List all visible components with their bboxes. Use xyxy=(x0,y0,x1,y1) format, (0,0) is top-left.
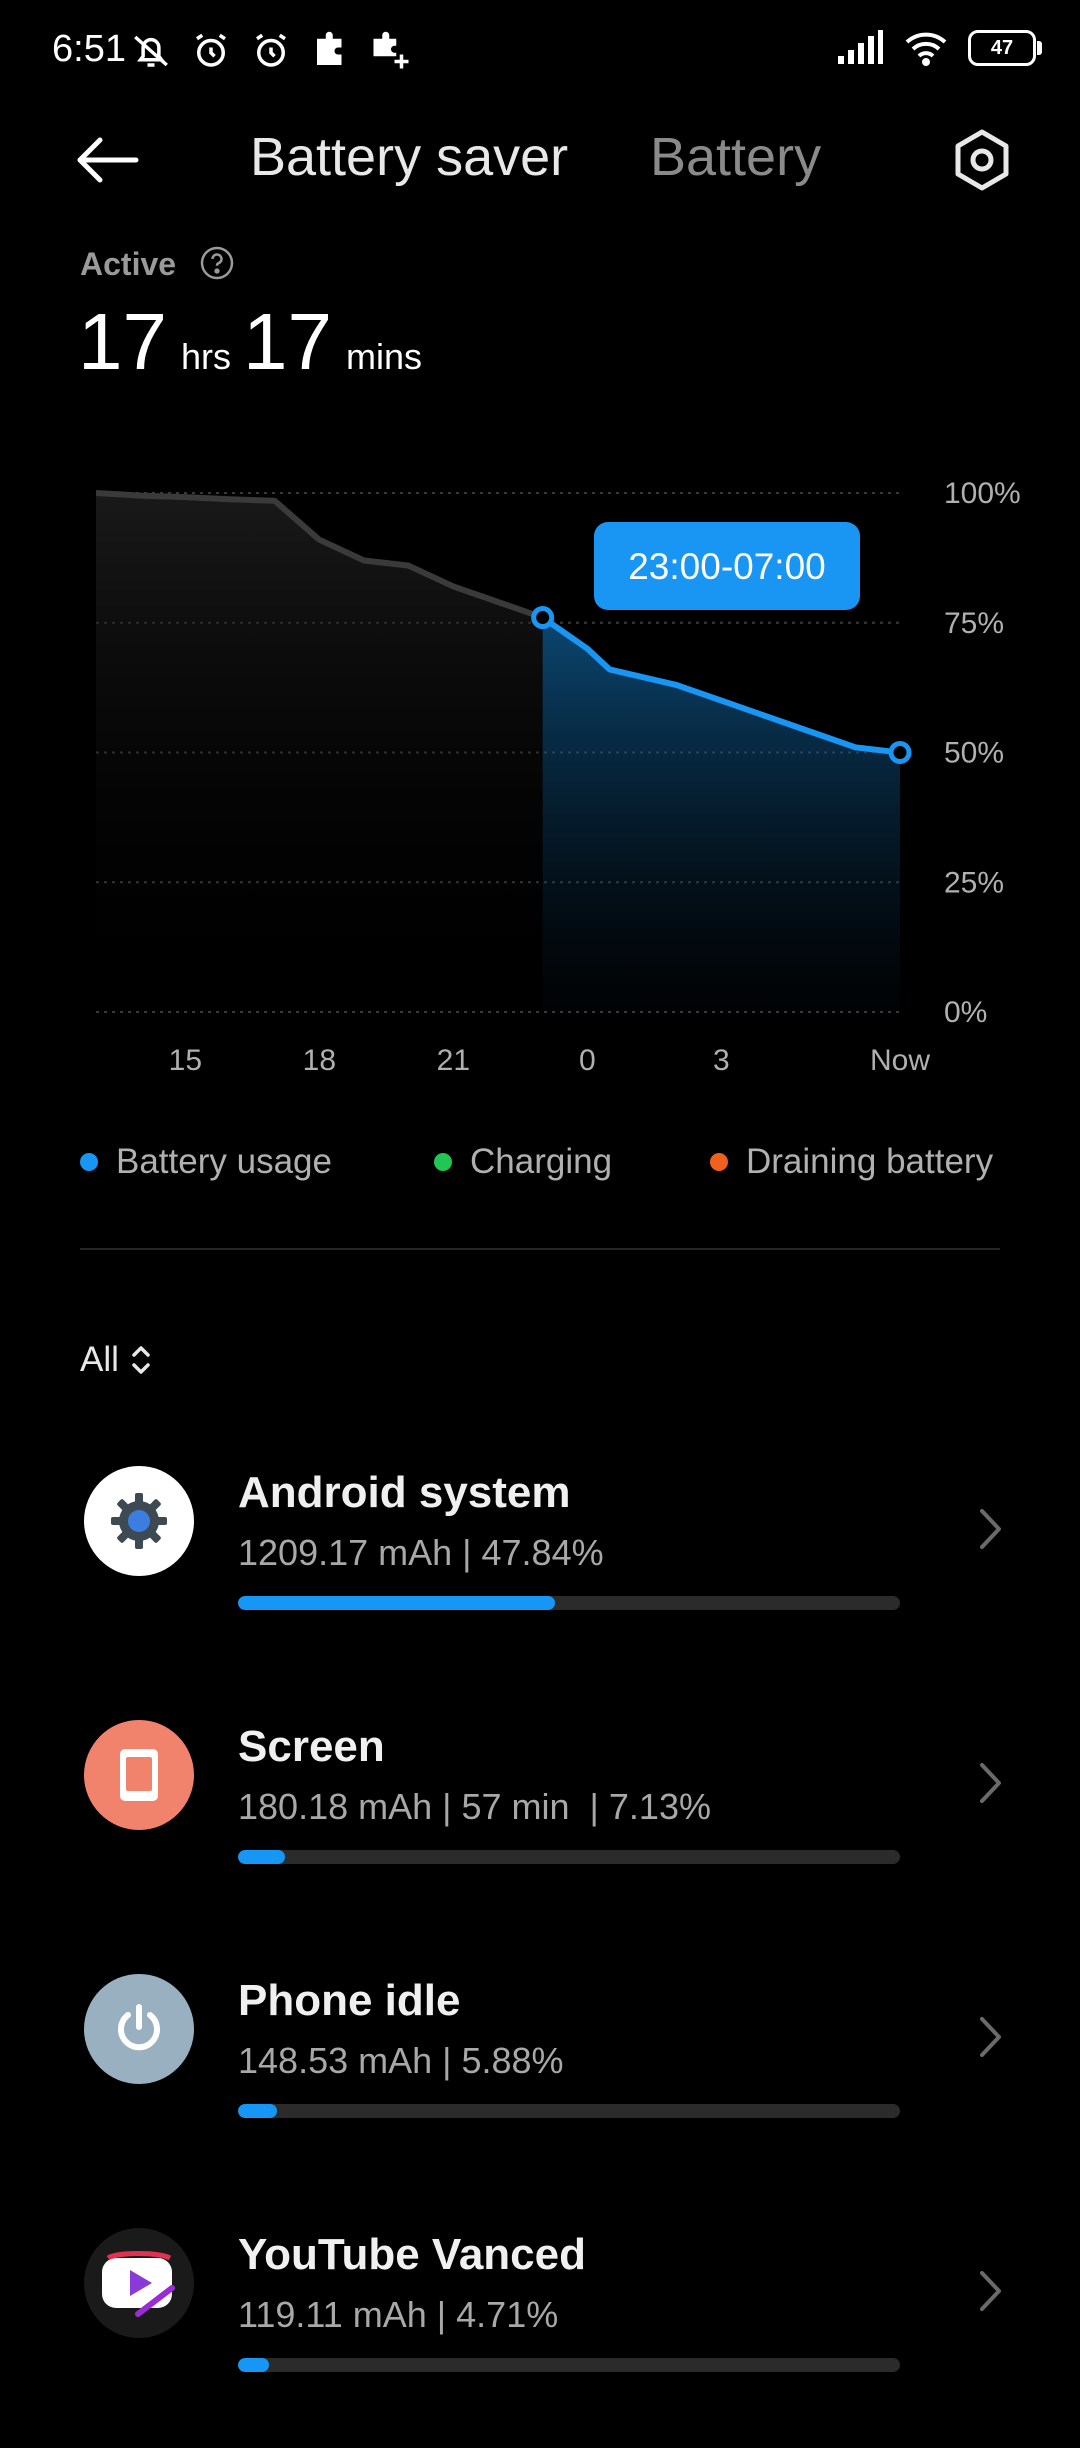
chevron-right-icon xyxy=(980,1509,1001,1549)
usage-bar xyxy=(238,1596,900,1610)
status-time: 6:51 xyxy=(52,28,126,70)
legend-draining-battery: Draining battery xyxy=(710,1142,993,1182)
bell-off-icon xyxy=(134,35,168,67)
app-name: Phone idle xyxy=(238,1976,461,2025)
x-tick-label: 18 xyxy=(303,1044,336,1077)
app-name: Android system xyxy=(238,1468,571,1517)
active-minutes: 17 xyxy=(243,297,332,386)
app-row-android-system[interactable]: Android system 1209.17 mAh | 47.84% xyxy=(0,1466,1080,1686)
app-usage-detail: 119.11 mAh | 4.71% xyxy=(238,2294,559,2335)
legend-dot xyxy=(80,1153,98,1171)
x-tick-label: Now xyxy=(870,1044,930,1077)
active-duration: 17 hrs 17 mins xyxy=(78,296,434,388)
alarm-icon xyxy=(196,33,226,67)
chart-area-past xyxy=(96,493,543,1012)
legend-charging: Charging xyxy=(434,1142,612,1182)
chart-point-marker[interactable] xyxy=(531,606,555,630)
app-name: Screen xyxy=(238,1722,385,1771)
y-tick-label: 25% xyxy=(944,866,1004,899)
x-tick-label: 0 xyxy=(579,1044,596,1077)
chart-point-marker[interactable] xyxy=(888,741,912,764)
y-tick-label: 100% xyxy=(944,477,1021,510)
legend-label: Charging xyxy=(470,1142,613,1181)
back-button[interactable] xyxy=(72,130,142,190)
active-hours-unit: hrs xyxy=(180,336,231,377)
active-minutes-unit: mins xyxy=(345,336,422,377)
screen-phone-icon xyxy=(84,1720,194,1830)
divider xyxy=(80,1248,1000,1250)
help-icon[interactable] xyxy=(200,246,234,280)
app-row-youtube-vanced[interactable]: YouTube Vanced 119.11 mAh | 4.71% xyxy=(0,2228,1080,2448)
x-tick-label: 21 xyxy=(437,1044,470,1077)
puzzle-plus-icon xyxy=(373,31,409,69)
chevron-right-icon xyxy=(980,1763,1001,1803)
arrow-left-icon xyxy=(77,137,139,183)
x-tick-label: 15 xyxy=(169,1044,202,1077)
usage-bar-fill xyxy=(238,1596,555,1610)
filter-label: All xyxy=(80,1340,119,1379)
x-tick-label: 3 xyxy=(713,1044,730,1077)
usage-bar xyxy=(238,2104,900,2118)
puzzle-icon xyxy=(317,31,342,65)
settings-hexagon-icon xyxy=(955,129,1009,191)
app-usage-detail: 148.53 mAh | 5.88% xyxy=(238,2040,564,2081)
signal-icon xyxy=(838,30,883,64)
legend-label: Battery usage xyxy=(116,1142,332,1181)
app-name: YouTube Vanced xyxy=(238,2230,586,2279)
app-usage-detail: 180.18 mAh | 57 min | 7.13% xyxy=(238,1786,711,1827)
y-tick-label: 75% xyxy=(944,607,1004,640)
battery-icon: 47 xyxy=(968,30,1042,66)
power-icon xyxy=(84,1974,194,2084)
chevron-right-icon xyxy=(980,2271,1001,2311)
legend-dot xyxy=(434,1153,452,1171)
active-label: Active xyxy=(80,246,177,282)
android-system-gear-icon xyxy=(84,1466,194,1576)
y-tick-label: 50% xyxy=(944,737,1004,770)
usage-bar-fill xyxy=(238,1850,286,1864)
filter-dropdown[interactable]: All xyxy=(80,1340,153,1380)
usage-bar xyxy=(238,2358,900,2372)
settings-button[interactable] xyxy=(952,128,1012,192)
youtube-vanced-icon xyxy=(84,2228,194,2338)
chart-range-label: 23:00-07:00 xyxy=(628,546,826,587)
legend-battery-usage: Battery usage xyxy=(80,1142,332,1182)
legend-label: Draining battery xyxy=(746,1142,994,1181)
app-row-screen[interactable]: Screen 180.18 mAh | 57 min | 7.13% xyxy=(0,1720,1080,1940)
usage-bar-fill xyxy=(238,2358,270,2372)
chart-area-selected xyxy=(542,617,900,1012)
active-hours: 17 xyxy=(78,297,167,386)
battery-level-chart[interactable]: 100% 75% 50% 25% 0% 15 18 21 0 3 Now 23:00-07:00 xyxy=(0,460,1080,1080)
tab-battery-saver[interactable]: Battery saver xyxy=(250,126,568,188)
usage-bar-fill xyxy=(238,2104,277,2118)
app-row-phone-idle[interactable]: Phone idle 148.53 mAh | 5.88% xyxy=(0,1974,1080,2194)
sort-updown-icon xyxy=(132,1346,150,1374)
tab-battery[interactable]: Battery xyxy=(650,126,821,188)
status-notification-icons xyxy=(130,30,412,72)
chevron-right-icon xyxy=(980,2017,1001,2057)
legend-dot xyxy=(710,1153,728,1171)
wifi-icon xyxy=(905,32,947,66)
alarm-icon-2 xyxy=(256,33,286,67)
usage-bar xyxy=(238,1850,900,1864)
app-usage-detail: 1209.17 mAh | 47.84% xyxy=(238,1532,604,1573)
y-tick-label: 0% xyxy=(944,996,987,1029)
status-system-icons: 47 xyxy=(836,30,1042,66)
